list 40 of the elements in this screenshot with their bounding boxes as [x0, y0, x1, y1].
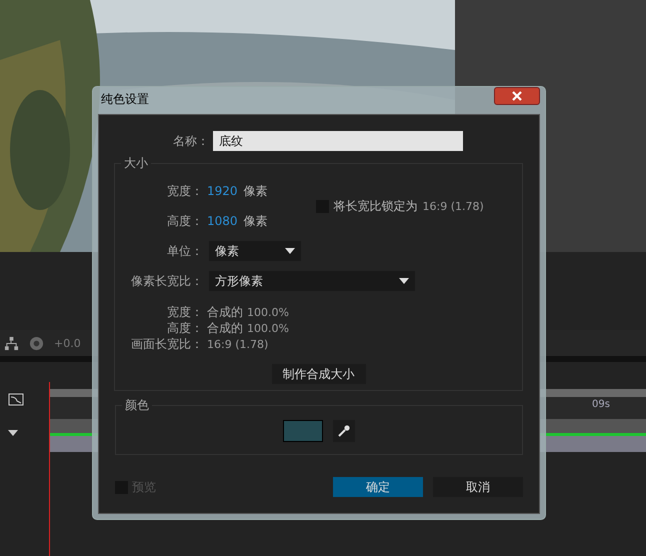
- ok-button[interactable]: 确定: [333, 477, 423, 497]
- graph-icon[interactable]: [8, 392, 24, 406]
- unit-label: 像素: [244, 182, 268, 200]
- window-title: 纯色设置: [100, 90, 149, 108]
- dropdown-arrow-icon[interactable]: [8, 430, 18, 436]
- info-label: 宽度：: [166, 304, 203, 320]
- color-legend: 颜色: [122, 397, 152, 414]
- dimension-label: 高度：: [166, 212, 203, 230]
- eyedropper-icon: [337, 424, 351, 438]
- unit-label: 像素: [244, 212, 268, 230]
- info-value: 100.0%: [247, 306, 289, 318]
- info-label: 高度：: [166, 320, 203, 336]
- lock-label[interactable]: 将长宽比锁定为: [334, 198, 418, 214]
- name-field[interactable]: 底纹: [213, 131, 463, 151]
- dropdown-arrow-icon: [399, 278, 409, 284]
- pixel-aspect-label: 像素长宽比：: [130, 272, 203, 290]
- close-button[interactable]: [494, 87, 540, 105]
- info-prefix: 合成的: [207, 320, 243, 336]
- eyedropper-button[interactable]: [333, 420, 355, 442]
- units-label: 单位：: [166, 242, 203, 260]
- info-label: 画面长宽比：: [130, 336, 203, 352]
- color-swatch[interactable]: [283, 420, 323, 442]
- size-legend: 大小: [121, 155, 151, 172]
- time-label: 09s: [592, 399, 610, 410]
- cancel-button[interactable]: 取消: [433, 477, 523, 497]
- info-value: 100.0%: [247, 322, 289, 334]
- pixel-aspect-dropdown[interactable]: 方形像素: [209, 271, 415, 291]
- network-icon[interactable]: [4, 336, 19, 350]
- info-value: 16:9 (1.78): [207, 338, 268, 350]
- aperture-icon[interactable]: [29, 336, 44, 350]
- aspect-ratio-value: 16:9 (1.78): [422, 200, 484, 212]
- name-label: 名称：: [172, 132, 209, 150]
- make-comp-size-button[interactable]: 制作合成大小: [272, 364, 366, 384]
- dimension-value[interactable]: 1080: [207, 214, 238, 228]
- close-icon: [512, 91, 522, 101]
- dimension-value[interactable]: 1920: [207, 184, 238, 198]
- info-prefix: 合成的: [207, 304, 243, 320]
- units-dropdown[interactable]: 像素: [209, 241, 301, 261]
- dropdown-arrow-icon: [285, 248, 295, 254]
- dimension-label: 宽度：: [166, 182, 203, 200]
